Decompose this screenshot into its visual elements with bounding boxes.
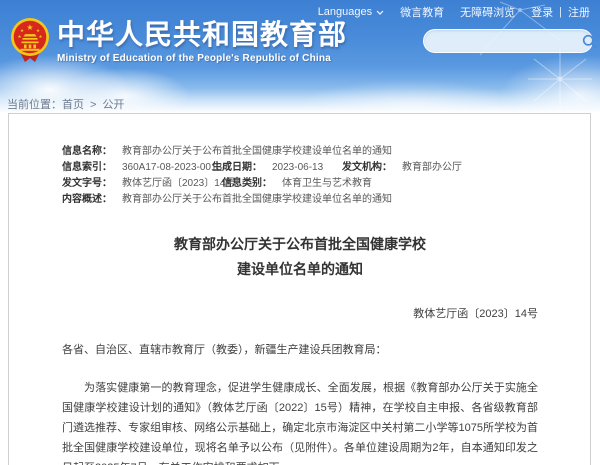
svg-text:★: ★ bbox=[17, 34, 21, 39]
weiyan-education-link[interactable]: 微言教育 bbox=[400, 4, 444, 20]
meta-row-docno: 发文字号： 教体艺厅函〔2023〕14号 信息类别： 体育卫生与艺术教育 bbox=[62, 176, 538, 192]
breadcrumb-current[interactable]: 公开 bbox=[102, 99, 124, 111]
national-emblem-icon: ★ ★ ★ ★ ★ bbox=[10, 17, 50, 64]
login-link[interactable]: 登录 bbox=[531, 4, 553, 20]
meta-category-label: 信息类别： bbox=[222, 176, 272, 192]
meta-agency-label: 发文机构： bbox=[342, 160, 392, 176]
search-button[interactable] bbox=[582, 30, 597, 52]
document-title: 教育部办公厅关于公布首批全国健康学校 建设单位名单的通知 bbox=[62, 232, 538, 282]
meta-category-value: 体育卫生与艺术教育 bbox=[282, 176, 372, 192]
dandelion-decoration bbox=[520, 45, 600, 113]
search-icon bbox=[582, 34, 597, 49]
meta-name-value: 教育部办公厅关于公布首批全国健康学校建设单位名单的通知 bbox=[122, 144, 392, 160]
meta-name-label: 信息名称： bbox=[62, 144, 112, 160]
accessibility-link[interactable]: 无障碍浏览 bbox=[460, 4, 515, 20]
svg-text:★: ★ bbox=[20, 28, 24, 33]
document-title-line1: 教育部办公厅关于公布首批全国健康学校 bbox=[62, 232, 538, 257]
site-title-cn: 中华人民共和国教育部 bbox=[57, 20, 347, 50]
svg-text:★: ★ bbox=[26, 23, 33, 32]
document-panel: 信息名称： 教育部办公厅关于公布首批全国健康学校建设单位名单的通知 信息索引： … bbox=[8, 113, 591, 465]
cloud-decoration bbox=[300, 80, 520, 113]
document-number: 教体艺厅函〔2023〕14号 bbox=[62, 304, 538, 324]
topbar-divider: | bbox=[559, 6, 562, 18]
meta-row-name: 信息名称： 教育部办公厅关于公布首批全国健康学校建设单位名单的通知 bbox=[62, 144, 538, 160]
meta-index-label: 信息索引： bbox=[62, 160, 112, 176]
svg-text:★: ★ bbox=[36, 28, 40, 33]
chevron-down-icon bbox=[376, 10, 384, 15]
meta-docno-value: 教体艺厅函〔2023〕14号 bbox=[122, 176, 235, 192]
meta-summary-value: 教育部办公厅关于公布首批全国健康学校建设单位名单的通知 bbox=[122, 192, 392, 208]
document-title-line2: 建设单位名单的通知 bbox=[62, 257, 538, 282]
document-meta: 信息名称： 教育部办公厅关于公布首批全国健康学校建设单位名单的通知 信息索引： … bbox=[62, 144, 538, 208]
meta-docno-label: 发文字号： bbox=[62, 176, 112, 192]
meta-row-index: 信息索引： 360A17-08-2023-0013-1 生成日期： 2023-0… bbox=[62, 160, 538, 176]
meta-date-value: 2023-06-13 bbox=[272, 160, 323, 176]
site-title-en: Ministry of Education of the People's Re… bbox=[57, 53, 347, 64]
document-body-paragraph: 为落实健康第一的教育理念，促进学生健康成长、全面发展，根据《教育部办公厅关于实施… bbox=[62, 378, 538, 465]
search-input[interactable] bbox=[424, 30, 582, 52]
breadcrumb: 当前位置：首页 > 公开 bbox=[7, 96, 124, 112]
cloud-decoration bbox=[500, 55, 600, 113]
breadcrumb-separator: > bbox=[90, 99, 96, 111]
logo-text: 中华人民共和国教育部 Ministry of Education of the … bbox=[57, 17, 347, 64]
meta-agency-value: 教育部办公厅 bbox=[402, 160, 462, 176]
meta-summary-label: 内容概述： bbox=[62, 192, 112, 208]
document-salutation: 各省、自治区、直辖市教育厅（教委），新疆生产建设兵团教育局： bbox=[62, 340, 538, 360]
meta-date-label: 生成日期： bbox=[212, 160, 262, 176]
breadcrumb-prefix: 当前位置： bbox=[7, 99, 62, 111]
site-logo[interactable]: ★ ★ ★ ★ ★ 中华人民共和国教育部 Ministry of Educati… bbox=[10, 17, 347, 64]
register-link[interactable]: 注册 bbox=[568, 4, 590, 20]
meta-row-summary: 内容概述： 教育部办公厅关于公布首批全国健康学校建设单位名单的通知 bbox=[62, 192, 538, 208]
site-header: Languages 微言教育 无障碍浏览 登录 | 注册 ★ ★ ★ ★ ★ bbox=[0, 0, 600, 113]
search-bar bbox=[423, 29, 593, 53]
breadcrumb-home[interactable]: 首页 bbox=[62, 99, 84, 111]
topbar: Languages 微言教育 无障碍浏览 登录 | 注册 bbox=[318, 4, 590, 20]
svg-text:★: ★ bbox=[38, 34, 42, 39]
page: Languages 微言教育 无障碍浏览 登录 | 注册 ★ ★ ★ ★ ★ bbox=[0, 0, 600, 465]
